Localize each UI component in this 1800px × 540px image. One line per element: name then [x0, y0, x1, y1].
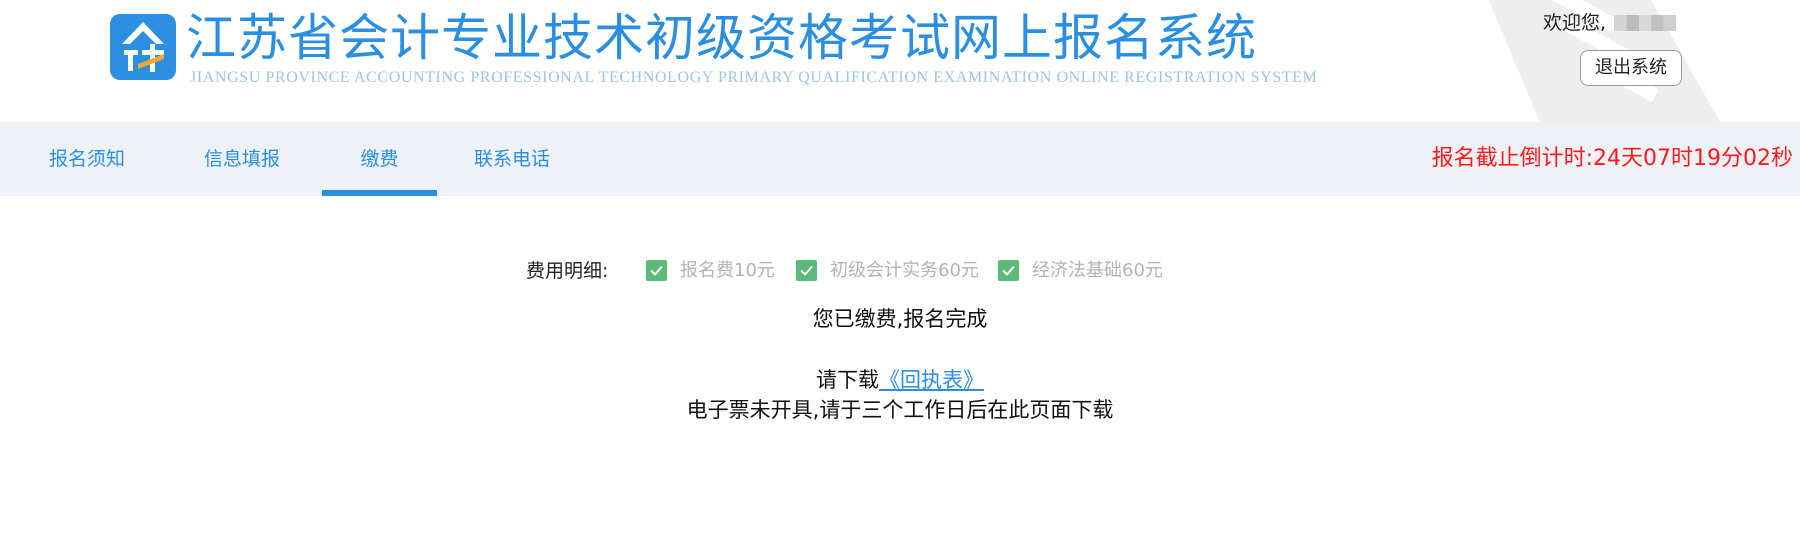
checkbox-checked-icon[interactable]	[646, 260, 667, 281]
nav-bar: 报名须知 信息填报 缴费 联系电话 报名截止倒计时:24天07时19分02秒	[0, 122, 1800, 196]
fee-item-label: 经济法基础60元	[1032, 260, 1163, 281]
fee-item-label: 初级会计实务60元	[830, 260, 979, 281]
welcome-label: 欢迎您,	[1543, 12, 1607, 34]
countdown-timer: 报名截止倒计时:24天07时19分02秒	[1431, 146, 1793, 171]
welcome-text: 欢迎您,	[1543, 10, 1677, 36]
fee-details-label: 费用明细:	[526, 260, 609, 282]
tab-info-entry[interactable]: 信息填报	[204, 122, 280, 196]
checkbox-checked-icon[interactable]	[998, 260, 1019, 281]
payment-complete-message: 您已缴费,报名完成	[812, 307, 988, 331]
tab-contact[interactable]: 联系电话	[474, 122, 550, 196]
fee-item-label: 报名费10元	[680, 260, 775, 281]
tab-payment[interactable]: 缴费	[322, 122, 437, 196]
fee-details: 费用明细: 报名费10元 初级会计实务60元 经济法基础60元	[0, 258, 1800, 284]
tab-registration-notice[interactable]: 报名须知	[49, 122, 125, 196]
receipt-download-link[interactable]: 《回执表》	[879, 368, 984, 392]
invoice-notice: 电子票未开具,请于三个工作日后在此页面下载	[686, 398, 1114, 422]
logout-button[interactable]: 退出系统	[1580, 50, 1682, 86]
site-title: 江苏省会计专业技术初级资格考试网上报名系统	[186, 9, 1257, 67]
logo-icon	[110, 14, 176, 80]
download-prefix: 请下载	[816, 368, 879, 392]
download-receipt-line: 请下载《回执表》	[0, 366, 1800, 394]
checkbox-checked-icon[interactable]	[796, 260, 817, 281]
site-subtitle: JIANGSU PROVINCE ACCOUNTING PROFESSIONAL…	[190, 69, 1318, 86]
site-header: 江苏省会计专业技术初级资格考试网上报名系统 JIANGSU PROVINCE A…	[0, 0, 1800, 122]
masked-username	[1614, 15, 1677, 31]
